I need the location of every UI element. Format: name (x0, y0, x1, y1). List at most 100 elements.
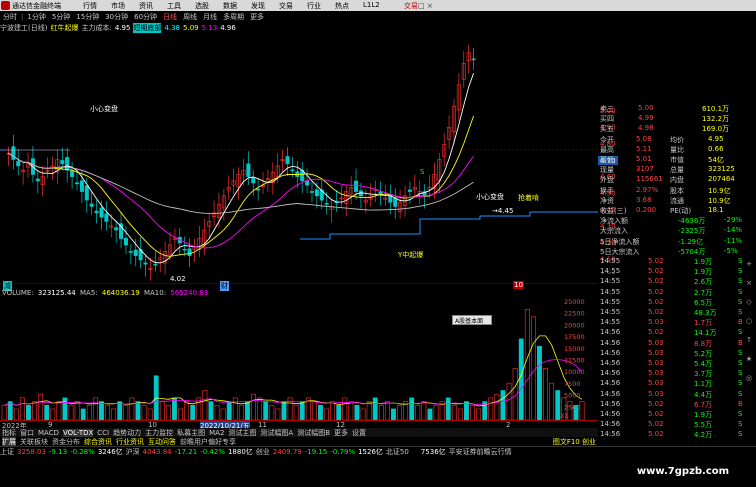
quote-row-cell: 5.01 (636, 155, 652, 163)
menu-item-discover[interactable]: 发现 (251, 1, 265, 11)
index-value: 4043.84 (142, 447, 172, 456)
tab-test-sub-a[interactable]: 测试幅图A (260, 428, 293, 438)
tab-industry-news[interactable]: 行业资讯 (116, 437, 144, 447)
candle-body (70, 170, 75, 177)
index-name[interactable]: 沪深 (126, 447, 140, 457)
trade-brand-link[interactable]: 交易 (404, 1, 418, 11)
menu-item-quotes[interactable]: 行情 (83, 1, 97, 11)
volume-bar (549, 382, 555, 420)
menu-item-tools[interactable]: 工具 (167, 1, 181, 11)
volume-axis-label: 20000 (564, 321, 585, 329)
tab-test-sub-b[interactable]: 测试幅图B (297, 428, 330, 438)
tick-row-cell: 4.2万 (694, 431, 713, 440)
candle-body (143, 262, 148, 265)
tick-row-cell: 5.02 (648, 308, 664, 316)
candle-body (309, 191, 315, 193)
period-tab-15min[interactable]: 15分钟 (76, 12, 99, 22)
volume-bar (366, 401, 372, 420)
period-tab-60min[interactable]: 60分钟 (134, 12, 157, 22)
side-tool-icon[interactable]: ◎ (742, 374, 756, 382)
period-tab-intraday[interactable]: 分时 (3, 12, 17, 22)
candlestick-chart[interactable]: 小心变盘 小心变盘 4.02 Y中起爆 →4.45 抢着啃 S (0, 34, 598, 284)
side-tool-icon[interactable]: ★ (742, 355, 756, 363)
tab-general-news[interactable]: 综合资讯 (84, 437, 112, 447)
volume-bar (433, 404, 439, 420)
period-tab-5min[interactable]: 5分钟 (52, 12, 70, 22)
period-tab-30min[interactable]: 30分钟 (105, 12, 128, 22)
tick-row-cell: S (738, 410, 743, 418)
menu-item-trade[interactable]: 交易 (279, 1, 293, 11)
volume-bar (494, 393, 500, 420)
tick-row-cell: 14:56 (600, 430, 621, 439)
period-tab-1min[interactable]: 1分钟 (27, 12, 45, 22)
menu-item-market[interactable]: 市场 (111, 1, 125, 11)
tab-ma2[interactable]: MA2 (209, 429, 224, 437)
tick-row: 14:55 5.02 1.9万 S (598, 257, 756, 266)
tab-settings[interactable]: 设置 (352, 428, 366, 438)
volume-bar (129, 397, 135, 420)
low-price-label: 4.02 (170, 275, 186, 283)
tab-capital-distribution[interactable]: 资金分布 (52, 437, 80, 447)
tick-row-cell: 2.7万 (694, 288, 713, 297)
tab-vol-tdx[interactable]: VOL-TDX (62, 428, 94, 437)
cost-value: 4.95 (114, 24, 131, 32)
menu-item-hot[interactable]: 热点 (335, 1, 349, 11)
volume-bar (68, 404, 74, 420)
finance-marker[interactable]: 财 (220, 281, 229, 291)
side-tool-icon[interactable]: ○ (742, 317, 756, 325)
index-name[interactable]: 北证50 (386, 447, 409, 457)
index-name[interactable]: 上证 (0, 447, 14, 457)
tab-more[interactable]: 更多 (334, 428, 348, 438)
volume-axis-label: 17500 (564, 333, 585, 341)
volume-bar (464, 401, 469, 420)
period-tab-monthly[interactable]: 月线 (203, 12, 217, 22)
volume-bar (80, 408, 86, 420)
tick-row-cell: 5.02 (648, 277, 664, 286)
info-value-1: 4.38 (164, 24, 181, 32)
tick-row-cell: 14:55 (600, 287, 621, 296)
period-tab-more[interactable]: 更多 (250, 12, 264, 22)
side-tool-icon[interactable]: + (742, 260, 756, 268)
tab-qa[interactable]: 互动问答 (148, 437, 176, 447)
tab-cci[interactable]: CCI (97, 429, 109, 437)
volume-ma-lines (3, 335, 583, 407)
window-controls[interactable]: □ × (418, 2, 433, 10)
volume-bar (281, 401, 287, 420)
index-amount: 1526亿 (358, 447, 383, 456)
period-tab-weekly[interactable]: 周线 (183, 12, 197, 22)
tick-row-cell: 5.03 (648, 389, 664, 398)
volume-bar (135, 401, 141, 420)
menu-item-l1l2[interactable]: L1L2 (363, 1, 380, 11)
candle-body (354, 180, 359, 192)
menu-item-data[interactable]: 数据 (223, 1, 237, 11)
side-tool-icon[interactable]: × (742, 279, 756, 287)
quote-row-cell: 10.9亿 (708, 196, 731, 205)
capital-flow-row: 净流入额 -4636万 -29% (598, 216, 756, 225)
f10-link[interactable]: 图文F10 创业 (553, 437, 596, 447)
info-value-3: 5.13 (201, 24, 218, 32)
tab-expand[interactable]: 扩展 (2, 436, 16, 447)
main-menu: 行情 市场 资讯 工具 选股 数据 发现 交易 行业 热点 L1L2 (83, 1, 394, 11)
volume-chart[interactable]: 25000 22500 20000 17500 15000 12500 10000 7500 5… (0, 296, 598, 420)
index-name[interactable]: 创业 (256, 447, 270, 457)
menu-item-screener[interactable]: 选股 (195, 1, 209, 11)
tab-macd[interactable]: MACD (38, 429, 59, 437)
side-tool-icon[interactable]: ◇ (742, 298, 756, 306)
period-tab-daily[interactable]: 日线 (163, 12, 177, 22)
fundamental-popup[interactable]: A股基本面 (452, 315, 492, 325)
menu-item-industry[interactable]: 行业 (307, 1, 321, 11)
tick-row-cell: 14:55 (600, 308, 621, 316)
tick-row-cell: 1.1万 (694, 380, 713, 389)
candle-body (314, 189, 319, 197)
menu-item-news[interactable]: 资讯 (139, 1, 153, 11)
period-tab-multi[interactable]: 多周期 (223, 12, 244, 22)
tab-related-sectors[interactable]: 关联板块 (20, 437, 48, 447)
event-marker[interactable]: 10 (513, 281, 524, 289)
side-tool-icon[interactable]: ↑ (742, 336, 756, 344)
volume-bar (86, 404, 92, 420)
tick-row-cell: 14.1万 (694, 329, 717, 338)
app-title: 通达信金融终端 (12, 1, 61, 10)
indicator-name[interactable]: 红牛起爆 (50, 23, 78, 33)
tab-premium[interactable]: 前瞻用户偏好专享 (180, 437, 236, 447)
stock-name: 宁波建工(日线) (0, 24, 48, 32)
